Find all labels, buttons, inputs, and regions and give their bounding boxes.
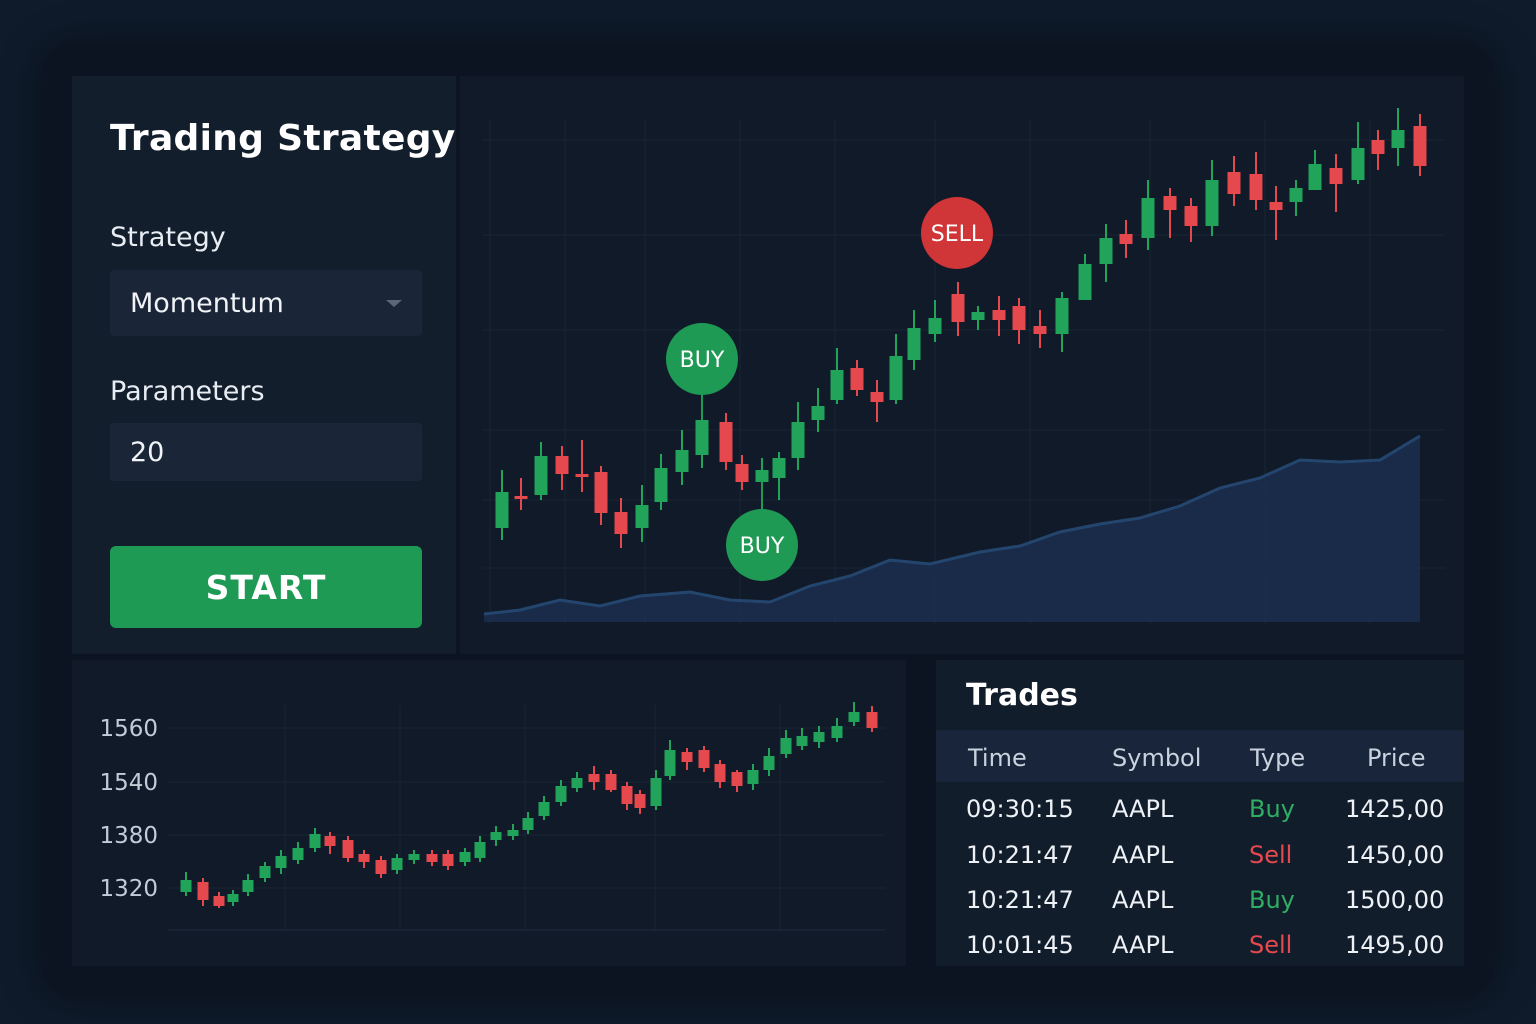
candle-body (358, 854, 370, 862)
column-header-price[interactable]: Price (1367, 744, 1426, 772)
candle-body (831, 726, 843, 738)
y-tick-label: 1320 (99, 876, 158, 902)
trade-type: Buy (1249, 886, 1295, 914)
candle-body (459, 852, 471, 862)
candle-body (813, 732, 825, 742)
candle-body (571, 778, 583, 788)
trade-time: 10:21:47 (966, 841, 1074, 869)
candle-body (763, 756, 775, 770)
candle-body (180, 880, 192, 892)
candle-body (342, 840, 354, 858)
candle-body (408, 854, 420, 860)
trade-symbol: AAPL (1112, 841, 1174, 869)
candle-body (375, 860, 387, 874)
y-tick-label: 1560 (99, 716, 158, 742)
y-tick-label: 1540 (99, 770, 158, 796)
candle-body (490, 832, 502, 840)
trade-time: 10:01:45 (966, 931, 1074, 959)
candle-body (664, 750, 676, 776)
trade-price: 1500,00 (1345, 886, 1445, 914)
candle-body (588, 774, 600, 782)
candle-body (555, 786, 567, 802)
trade-price: 1495,00 (1345, 931, 1445, 959)
trade-symbol: AAPL (1112, 795, 1174, 823)
candle-body (747, 770, 759, 784)
candle-body (275, 856, 287, 868)
candle-body (197, 882, 209, 900)
y-tick-label: 1380 (99, 823, 158, 849)
column-header-symbol[interactable]: Symbol (1112, 744, 1201, 772)
trade-type: Sell (1249, 841, 1293, 869)
candle-body (292, 848, 304, 860)
trade-symbol: AAPL (1112, 886, 1174, 914)
trade-price: 1425,00 (1345, 795, 1445, 823)
candle-body (391, 858, 403, 870)
candle-body (605, 774, 617, 790)
candle-body (507, 830, 519, 836)
candle-body (474, 842, 486, 858)
trades-title: Trades (966, 678, 1078, 713)
candle-body (681, 752, 693, 762)
candle-body (259, 866, 271, 878)
candle-body (848, 712, 860, 722)
trade-symbol: AAPL (1112, 931, 1174, 959)
column-header-time[interactable]: Time (968, 744, 1027, 772)
candle-body (698, 750, 710, 768)
candle-body (731, 772, 743, 786)
candle-body (621, 786, 633, 804)
trade-type: Sell (1249, 931, 1293, 959)
candle-body (650, 778, 662, 806)
trade-time: 10:21:47 (966, 886, 1074, 914)
candle-body (242, 880, 254, 892)
candle-body (442, 854, 454, 866)
candle-body (780, 738, 792, 754)
candle-body (309, 834, 321, 848)
candle-body (426, 854, 438, 862)
candle-body (213, 896, 225, 906)
column-header-type[interactable]: Type (1250, 744, 1305, 772)
candle-body (866, 712, 878, 728)
candle-body (522, 818, 534, 830)
candle-body (324, 836, 336, 846)
candle-body (227, 894, 239, 902)
trade-time: 09:30:15 (966, 795, 1074, 823)
candle-body (796, 736, 808, 746)
candle-body (714, 764, 726, 782)
candle-body (634, 794, 646, 808)
trade-price: 1450,00 (1345, 841, 1445, 869)
candle-body (538, 802, 550, 816)
trade-type: Buy (1249, 795, 1295, 823)
